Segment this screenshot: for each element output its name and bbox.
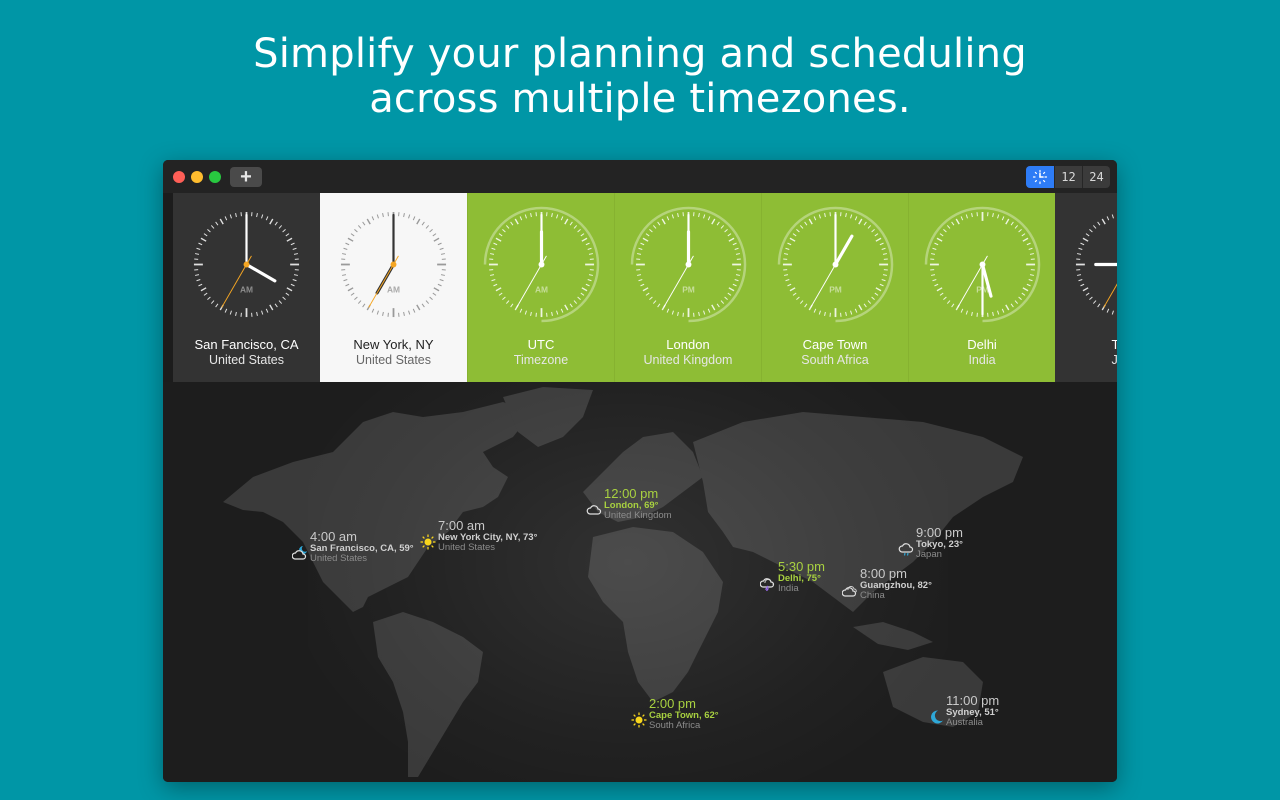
map-pin[interactable]: 12:00 pm London, 69° United Kingdom: [586, 486, 672, 521]
map-pin[interactable]: 7:00 am New York City, NY, 73° United Stat…: [420, 518, 537, 553]
pin-time: 9:00 pm: [916, 525, 963, 540]
clock-country: India: [968, 353, 996, 367]
clock-country: United States: [208, 353, 285, 367]
headline-line-1: Simplify your planning and scheduling: [253, 31, 1027, 77]
analog-clock-face: AM: [340, 211, 447, 318]
title-bar: + 12 24: [163, 160, 1117, 193]
headline: Simplify your planning and scheduling ac…: [0, 32, 1280, 122]
map-pin[interactable]: 8:00 pm Guangzhou, 82° China: [842, 566, 932, 601]
clock-center: [390, 261, 397, 268]
analog-clock-face: AM: [483, 206, 600, 323]
clock-center: [243, 261, 250, 268]
period-label: PM: [682, 284, 695, 294]
clock-city: New York, NY: [353, 337, 434, 352]
clock-city: UTC: [527, 337, 555, 352]
period-label: AM: [387, 284, 400, 294]
12-hour-format-button[interactable]: 12: [1054, 166, 1082, 188]
clock-card[interactable]: PM TokyoJapan: [1055, 193, 1117, 382]
clock-country: United Kingdom: [643, 353, 733, 367]
analog-format-button[interactable]: [1026, 166, 1054, 188]
clock-city: Tokyo: [1111, 337, 1117, 352]
pin-country: South Africa: [649, 720, 701, 731]
clock-country: United States: [355, 353, 432, 367]
clock-country: South Africa: [801, 353, 869, 367]
pin-country: Australia: [946, 717, 983, 728]
cloudy-icon: [842, 585, 857, 597]
clock-country: Timezone: [513, 353, 569, 367]
rain-cloud-icon: [898, 543, 914, 556]
pin-time: 11:00 pm: [946, 693, 1000, 708]
analog-clock-face: PM: [1075, 214, 1117, 315]
minimize-window-button[interactable]: [191, 171, 203, 183]
cloud-icon: [586, 505, 602, 515]
pin-country: Japan: [916, 549, 942, 560]
pin-time: 5:30 pm: [778, 559, 825, 574]
clock-city: San Fancisco, CA: [194, 337, 299, 352]
clock-icon: [1032, 169, 1048, 185]
map-pin[interactable]: 5:30 pm Delhi, 75° India: [760, 559, 825, 594]
clock-center: [538, 261, 545, 268]
pin-country: United Kingdom: [604, 510, 672, 521]
period-label: AM: [240, 284, 253, 294]
pin-country: China: [860, 590, 885, 601]
clock-center: [979, 261, 986, 268]
map-pin[interactable]: 9:00 pm Tokyo, 23° Japan: [898, 525, 963, 560]
pin-country: United States: [310, 553, 368, 564]
clock-city: Cape Town: [802, 337, 868, 352]
thunderstorm-icon: [760, 578, 775, 591]
pin-country: United States: [438, 542, 496, 553]
clock-card[interactable]: AM San Fancisco, CA United States: [173, 193, 320, 382]
world-map: 4:00 am San Francisco, CA, 59° United Stat…: [163, 382, 1117, 782]
period-label: PM: [829, 284, 842, 294]
analog-clock-face: AM: [193, 211, 300, 318]
moon-icon: [931, 710, 943, 724]
map-pin[interactable]: 4:00 am San Francisco, CA, 59° United Stat…: [292, 529, 414, 564]
close-window-button[interactable]: [173, 171, 185, 183]
clock-center: [832, 261, 839, 268]
clock-center: [685, 261, 692, 268]
pin-time: 7:00 am: [438, 518, 485, 533]
partly-cloudy-night-icon: [292, 546, 307, 560]
hour-hand: [244, 262, 277, 283]
add-clock-button[interactable]: +: [230, 167, 262, 187]
pin-time: 2:00 pm: [649, 696, 696, 711]
clock-city: Delhi: [967, 337, 997, 352]
app-window: + 12 24 AM San Fancisco, CA United States A…: [163, 160, 1117, 782]
analog-clock-face: PM: [630, 206, 747, 323]
pin-time: 12:00 pm: [604, 486, 659, 501]
clock-card[interactable]: PM Cape Town South Africa: [761, 193, 908, 382]
pin-country: India: [778, 583, 799, 594]
clock-card[interactable]: PM DelhiIndia: [908, 193, 1055, 382]
sun-icon: [631, 712, 647, 728]
analog-clock-face: PM: [777, 206, 894, 323]
sun-icon: [420, 534, 436, 550]
clock-card[interactable]: AM New York, NY United States: [320, 193, 467, 382]
analog-clock-face: PM: [924, 206, 1041, 323]
period-label: AM: [535, 284, 548, 294]
clock-strip: AM San Fancisco, CA United States AM New Yor…: [173, 193, 1117, 382]
clock-country: Japan: [1111, 353, 1117, 367]
pin-time: 8:00 pm: [860, 566, 907, 581]
map-pin[interactable]: 2:00 pm Cape Town, 62° South Africa: [631, 696, 719, 731]
maximize-window-button[interactable]: [209, 171, 221, 183]
map-pin[interactable]: 11:00 pm Sydney, 51° Australia: [931, 693, 1000, 728]
clock-city: London: [666, 337, 710, 352]
headline-line-2: across multiple timezones.: [369, 76, 911, 122]
clock-format-toggle: 12 24: [1026, 166, 1110, 188]
clock-card[interactable]: AM UTC Timezone: [467, 193, 614, 382]
clock-card[interactable]: PM London United Kingdom: [614, 193, 761, 382]
24-hour-format-button[interactable]: 24: [1082, 166, 1110, 188]
pin-time: 4:00 am: [310, 529, 357, 544]
